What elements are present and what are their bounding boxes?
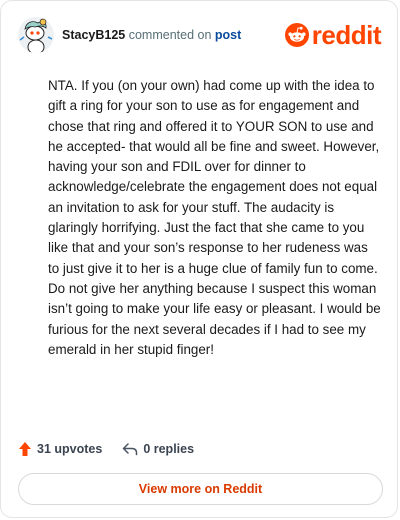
upvote-button[interactable]: 31 upvotes	[18, 441, 102, 457]
upvote-count: 31 upvotes	[37, 442, 103, 456]
reddit-logo[interactable]: reddit	[284, 20, 382, 50]
arrow-up-icon	[19, 442, 31, 456]
user-avatar[interactable]	[18, 17, 54, 53]
view-more-button[interactable]: View more on Reddit	[18, 473, 383, 505]
reddit-wordmark: reddit	[311, 20, 382, 50]
reply-count: 0 replies	[143, 442, 195, 456]
comment-actions: 31 upvotes 0 replies	[18, 438, 194, 460]
reply-arrow-icon	[123, 443, 138, 456]
comment-header: StacyB125 commented on post reddit	[18, 17, 382, 53]
replies-button[interactable]: 0 replies	[122, 442, 194, 456]
comment-body: NTA. If you (on your own) had come up wi…	[48, 78, 381, 357]
reddit-snoo-icon	[284, 23, 309, 47]
post-link[interactable]: post	[215, 28, 241, 42]
action-text: commented on	[128, 28, 212, 42]
snoo-avatar-icon	[18, 17, 54, 53]
author-username[interactable]: StacyB125	[62, 28, 125, 42]
comment-meta: StacyB125 commented on post	[62, 27, 241, 43]
comment-embed-card: StacyB125 commented on post reddit NTA. …	[0, 0, 398, 518]
